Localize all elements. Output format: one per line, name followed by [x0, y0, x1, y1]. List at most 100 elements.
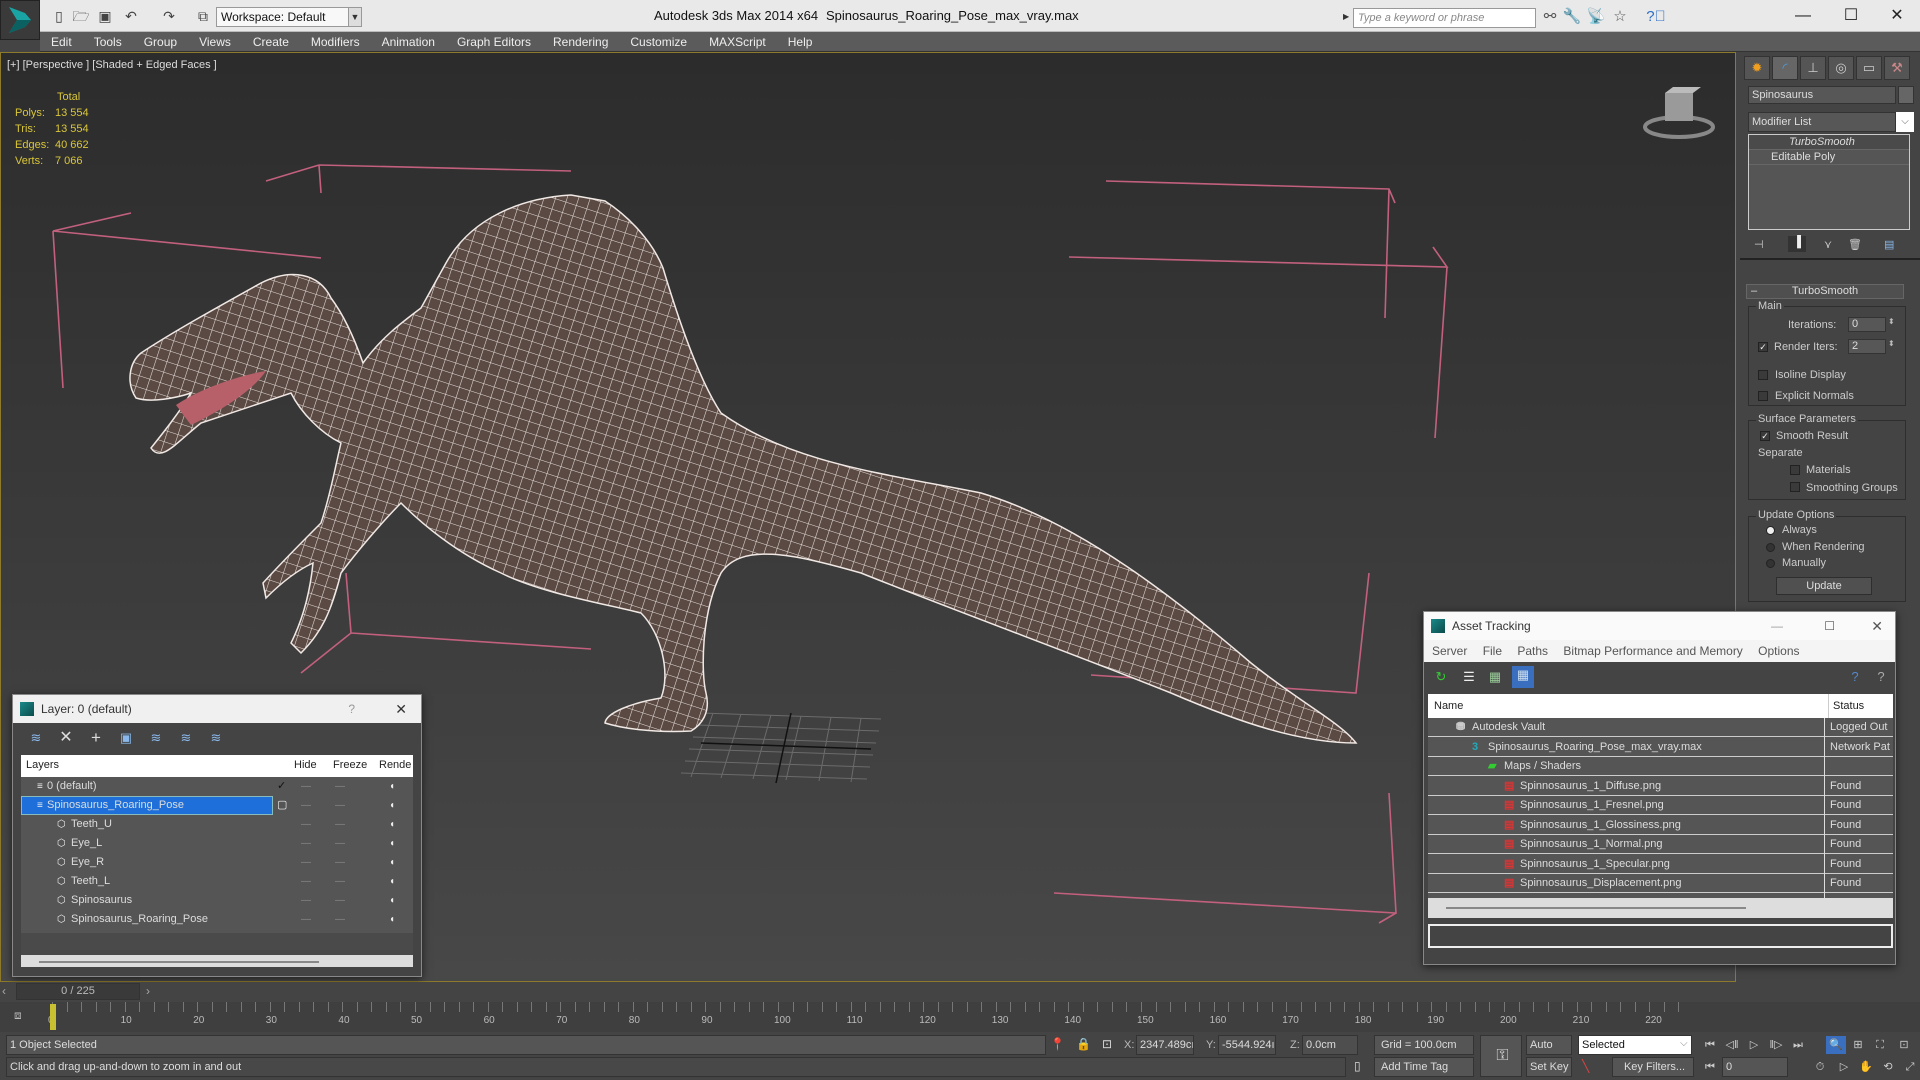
hide-toggle[interactable]: — [301, 834, 311, 853]
motion-tab-icon[interactable]: ◎ [1828, 56, 1854, 80]
isolate-icon[interactable]: 📍 [1050, 1037, 1065, 1051]
render-toggle-icon[interactable]: ◖ [389, 777, 395, 796]
freeze-toggle[interactable]: — [335, 834, 345, 853]
render-toggle-icon[interactable]: ◖ [389, 853, 395, 872]
explicit-normals-checkbox[interactable] [1758, 391, 1768, 401]
make-unique-icon[interactable]: ⋎ [1824, 238, 1832, 251]
absolute-mode-icon[interactable]: ⊡ [1102, 1037, 1112, 1051]
delete-layer-icon[interactable]: ✕ [57, 729, 75, 747]
previous-frame-button[interactable]: ‹ [2, 984, 6, 998]
current-frame-marker[interactable] [50, 1004, 56, 1030]
layer-row[interactable]: ≡ Spinosaurus_Roaring_Pose ▢ — — ◖ [21, 796, 413, 815]
asset-tracking-titlebar[interactable]: Asset Tracking — ☐ ✕ [1424, 612, 1895, 640]
utilities-tab-icon[interactable]: ⚒ [1884, 56, 1910, 80]
select-layer-icon[interactable]: ≋ [147, 729, 165, 747]
display-tab-icon[interactable]: ▭ [1856, 56, 1882, 80]
open-file-icon[interactable]: 🗁 [72, 8, 90, 24]
smoothing-groups-checkbox[interactable] [1790, 482, 1800, 492]
freeze-toggle[interactable]: — [335, 853, 345, 872]
table-view-icon[interactable]: ▦ [1512, 666, 1534, 688]
show-end-result-icon[interactable]: ▐ [1788, 236, 1806, 252]
binoculars-icon[interactable]: ⚯ [1540, 8, 1560, 26]
time-slider[interactable]: 0 / 225 [16, 983, 140, 1000]
key-tool-icon[interactable]: 🔧 [1562, 8, 1582, 26]
isoline-display-checkbox[interactable] [1758, 370, 1768, 380]
add-time-tag-button[interactable]: Add Time Tag [1374, 1057, 1474, 1077]
hide-toggle[interactable]: — [301, 910, 311, 929]
zoom-icon[interactable]: 🔍 [1826, 1036, 1846, 1054]
stack-item-turbosmooth[interactable]: TurboSmooth [1749, 135, 1909, 150]
lock-selection-icon[interactable]: 🔒 [1076, 1037, 1091, 1051]
column-render[interactable]: Rende [379, 755, 411, 775]
next-frame-button[interactable]: › [146, 984, 150, 998]
minimize-button[interactable]: — [1780, 4, 1826, 28]
orbit-icon[interactable]: ⟲ [1878, 1058, 1898, 1076]
menu-graph-editors[interactable]: Graph Editors [446, 32, 542, 52]
hide-toggle[interactable]: — [301, 872, 311, 891]
redo-icon[interactable]: ↷ [160, 8, 178, 24]
column-freeze[interactable]: Freeze [333, 755, 367, 775]
menu-views[interactable]: Views [188, 32, 242, 52]
add-to-layer-icon[interactable]: + [87, 729, 105, 747]
layer-row[interactable]: ⬡ Teeth_U — — ◖ [21, 815, 413, 834]
menu-file[interactable]: File [1483, 644, 1502, 658]
horizontal-scrollbar[interactable] [1446, 907, 1746, 909]
chevron-down-icon[interactable]: ▼ [348, 7, 362, 27]
freeze-toggle[interactable]: — [335, 796, 345, 815]
field-of-view-icon[interactable]: ▷ [1834, 1058, 1854, 1076]
chevron-down-icon[interactable]: ⌵ [1680, 1038, 1688, 1049]
select-objects-icon[interactable]: ▣ [117, 729, 135, 747]
key-mode-toggle-icon[interactable]: ⏮ [1700, 1058, 1720, 1076]
menu-server[interactable]: Server [1432, 644, 1467, 658]
render-toggle-icon[interactable]: ◖ [389, 910, 395, 929]
stack-item-editable-poly[interactable]: Editable Poly [1749, 150, 1909, 165]
create-tab-icon[interactable]: ✹ [1744, 56, 1770, 80]
maximize-viewport-icon[interactable]: ⤢ [1900, 1058, 1920, 1076]
expand-arrow-icon[interactable]: ▶ [1343, 12, 1349, 21]
freeze-toggle[interactable]: — [335, 891, 345, 910]
star-icon[interactable]: ☆ [1610, 8, 1630, 26]
refresh-icon[interactable]: ↻ [1432, 668, 1450, 686]
menu-create[interactable]: Create [242, 32, 300, 52]
asset-path-field[interactable] [1428, 924, 1893, 948]
layer-row[interactable]: ≡ 0 (default) ✓ — — ◖ [21, 777, 413, 796]
current-layer-toggle[interactable]: ✓ [277, 777, 286, 796]
layer-row[interactable]: ⬡ Eye_L — — ◖ [21, 834, 413, 853]
menu-bitmap-performance[interactable]: Bitmap Performance and Memory [1563, 644, 1742, 658]
layer-row[interactable]: ⬡ Eye_R — — ◖ [21, 853, 413, 872]
hide-toggle[interactable]: — [301, 853, 311, 872]
z-coordinate-field[interactable]: 0.0cm [1302, 1035, 1358, 1055]
y-coordinate-field[interactable]: -5544.924ı [1218, 1035, 1276, 1055]
spinner-arrows-icon[interactable]: ⬍ [1888, 317, 1895, 326]
layer-row[interactable]: ⬡ Spinosaurus_Roaring_Pose — — ◖ [21, 910, 413, 929]
current-layer-toggle[interactable]: ▢ [277, 796, 287, 815]
menu-rendering[interactable]: Rendering [542, 32, 619, 52]
object-name-field[interactable]: Spinosaurus [1748, 86, 1896, 104]
project-folder-icon[interactable]: ⧉ [194, 8, 212, 24]
close-button[interactable]: ✕ [395, 695, 407, 723]
menu-animation[interactable]: Animation [371, 32, 446, 52]
when-rendering-radio[interactable] [1766, 543, 1775, 552]
object-color-swatch[interactable] [1898, 86, 1914, 104]
pan-view-icon[interactable]: ✋ [1856, 1058, 1876, 1076]
materials-checkbox[interactable] [1790, 465, 1800, 475]
create-layer-icon[interactable]: ≋ [27, 729, 45, 747]
help-icon[interactable]: ? [1846, 668, 1864, 686]
zoom-extents-icon[interactable]: ⛶ [1870, 1036, 1890, 1054]
zoom-extents-all-icon[interactable]: ⊡ [1894, 1036, 1914, 1054]
menu-tools[interactable]: Tools [83, 32, 133, 52]
hide-toggle[interactable]: — [301, 891, 311, 910]
freeze-toggle[interactable]: — [335, 815, 345, 834]
turbosmooth-rollout-header[interactable]: – TurboSmooth [1746, 284, 1904, 299]
hide-toggle[interactable]: — [301, 777, 311, 796]
render-iters-spinner[interactable]: 2 [1848, 339, 1886, 354]
thumbnail-view-icon[interactable]: ▦ [1486, 668, 1504, 686]
menu-paths[interactable]: Paths [1517, 644, 1548, 658]
manually-radio[interactable] [1766, 559, 1775, 568]
key-tangent-icon[interactable]: ╲ [1582, 1059, 1589, 1073]
always-radio[interactable] [1766, 526, 1775, 535]
render-toggle-icon[interactable]: ◖ [389, 872, 395, 891]
configure-sets-icon[interactable]: ▤ [1884, 238, 1894, 251]
hide-toggle[interactable]: — [301, 796, 311, 815]
modifier-list-dropdown[interactable]: Modifier List [1748, 112, 1896, 132]
